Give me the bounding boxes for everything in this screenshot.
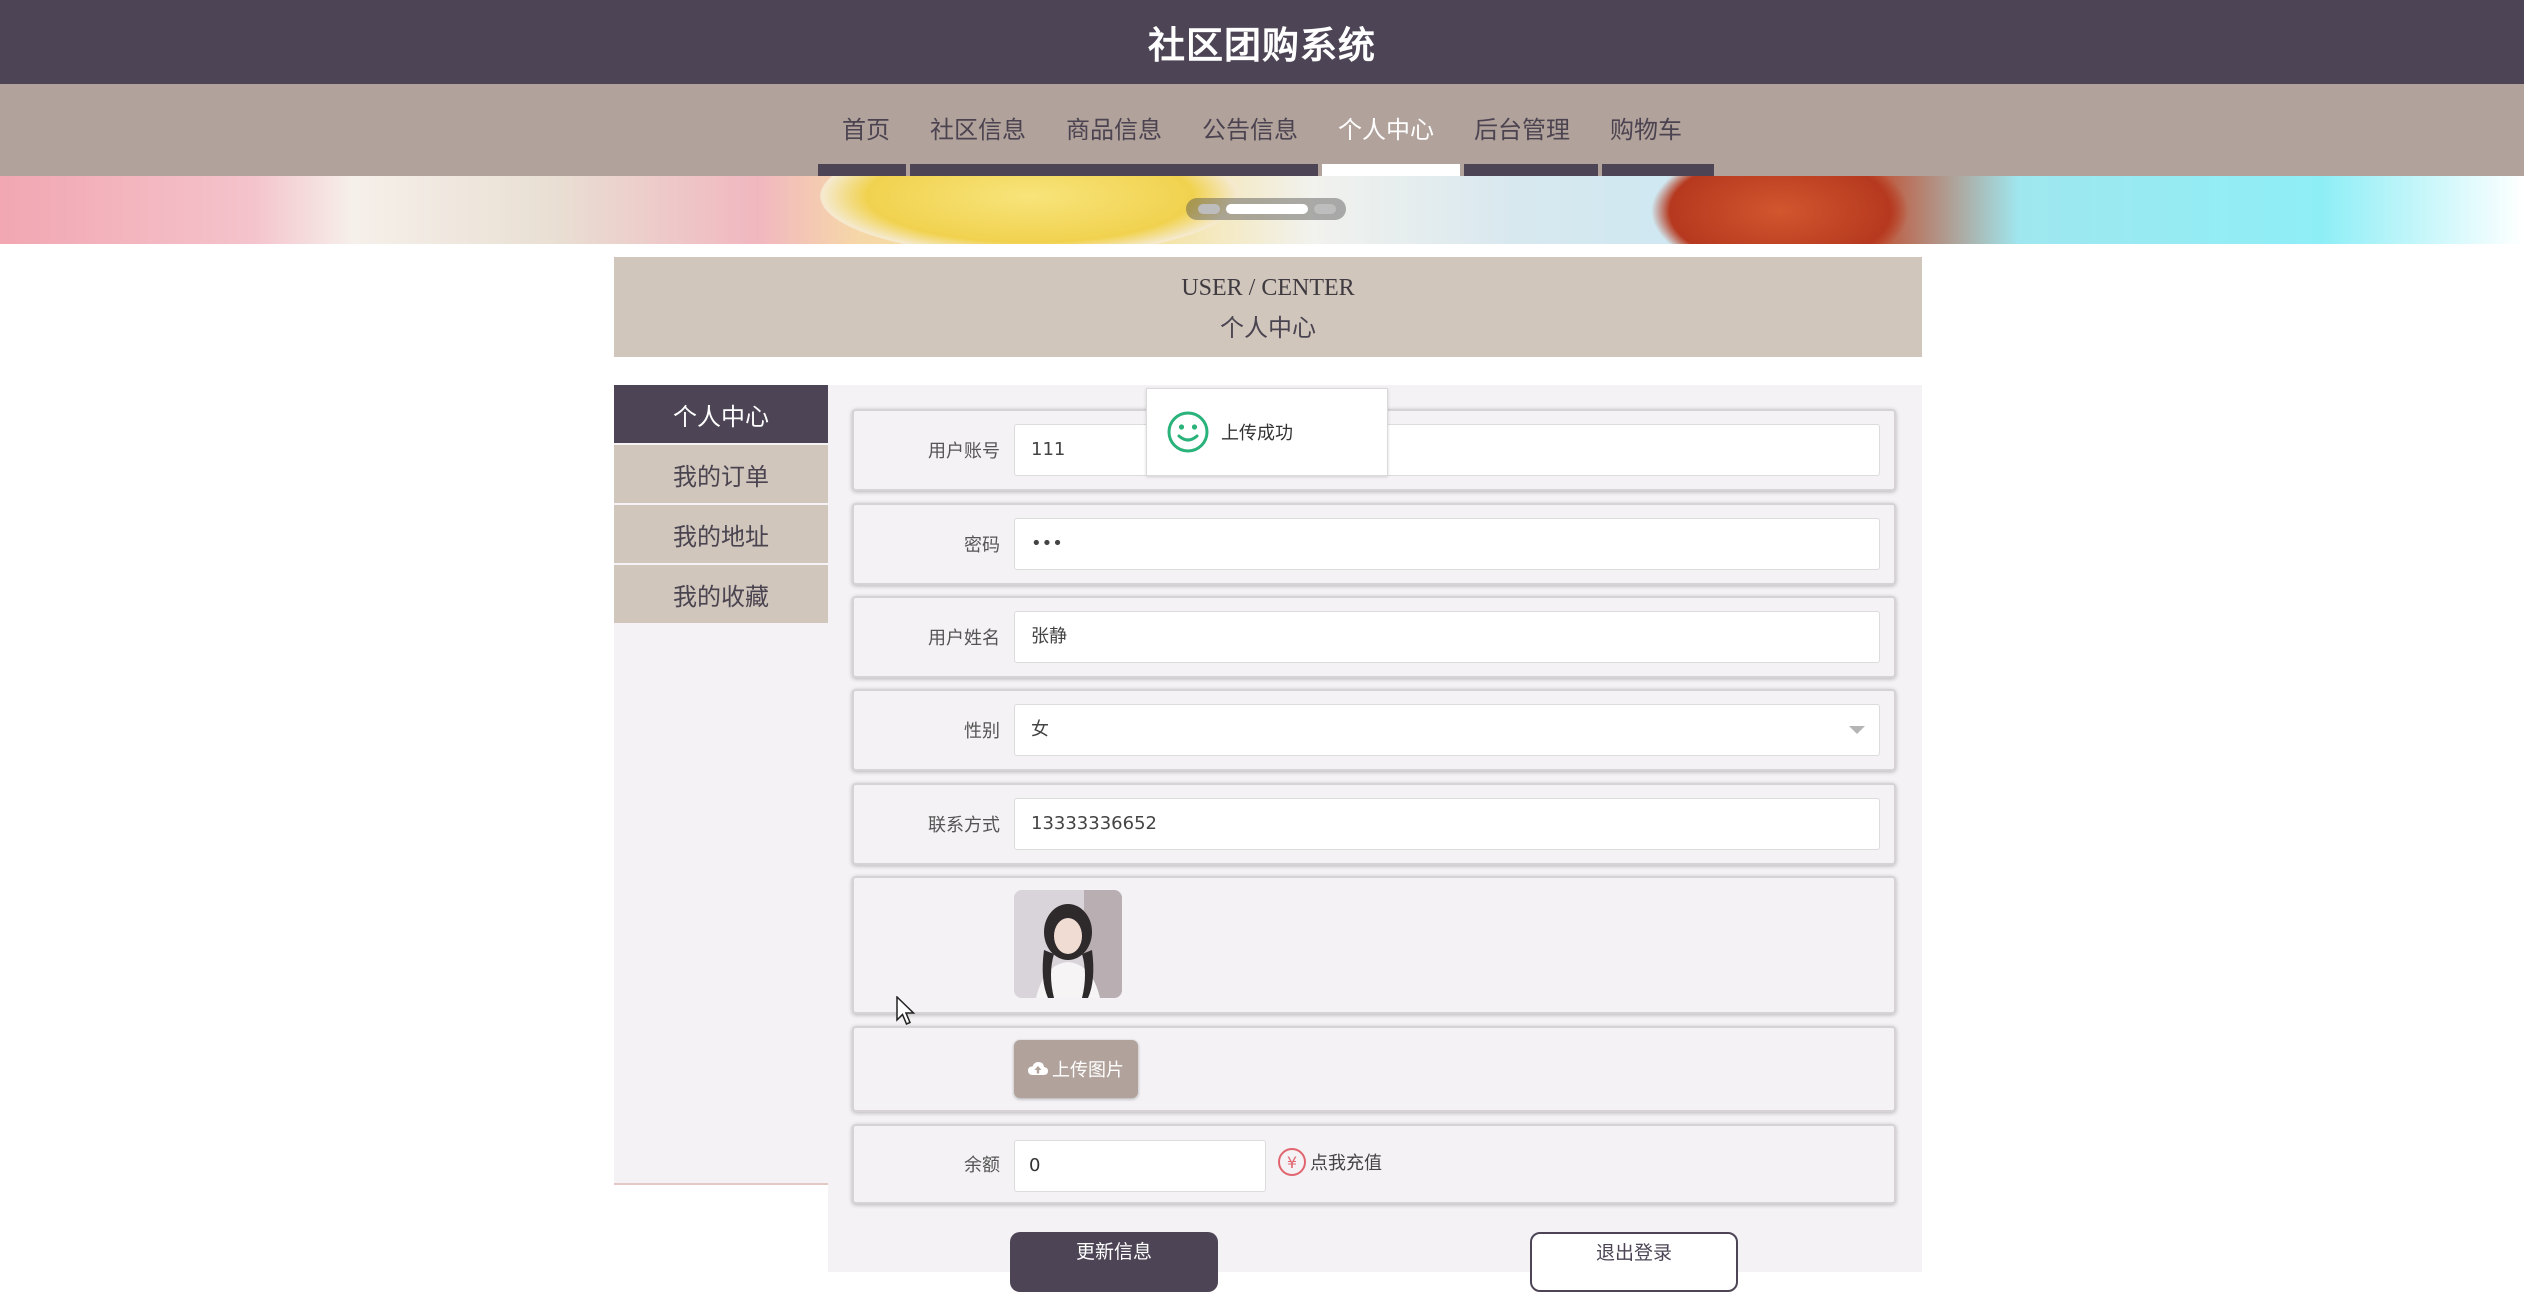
profile-form: 用户账号 111 密码 ••• 用户姓名 张静 性别 女 联系方式 133333… <box>828 385 1922 1272</box>
password-label: 密码 <box>964 535 1000 556</box>
carousel-dot[interactable] <box>1198 204 1220 214</box>
cloud-upload-icon <box>1028 1062 1048 1075</box>
gender-value: 女 <box>1031 719 1049 740</box>
nav-user-center[interactable]: 个人中心 <box>1318 105 1454 155</box>
phone-label: 联系方式 <box>928 815 1000 836</box>
form-row-name: 用户姓名 张静 <box>852 596 1896 678</box>
form-row-phone: 联系方式 13333336652 <box>852 783 1896 865</box>
account-input[interactable]: 111 <box>1014 424 1880 476</box>
nav-notices[interactable]: 公告信息 <box>1182 105 1318 155</box>
carousel-indicators <box>1186 198 1346 220</box>
nav-tab-indicator-active <box>1322 164 1460 176</box>
banner-fruit-image <box>1650 176 1910 244</box>
carousel-dot-active[interactable] <box>1226 204 1308 214</box>
account-label: 用户账号 <box>928 441 1000 462</box>
gender-label: 性别 <box>964 721 1000 742</box>
form-row-balance: 余额 0 ¥ 点我充值 <box>852 1124 1896 1204</box>
banner-bowl-image <box>820 176 1240 244</box>
nav-tab-indicator <box>1464 164 1598 176</box>
site-title: 社区团购系统 <box>1148 24 1376 67</box>
recharge-link[interactable]: ¥ 点我充值 <box>1278 1148 1382 1176</box>
sidebar-item-favorites[interactable]: 我的收藏 <box>614 565 828 623</box>
balance-input[interactable]: 0 <box>1014 1140 1266 1192</box>
avatar <box>1014 890 1122 998</box>
toast-message: 上传成功 <box>1221 423 1293 444</box>
balance-label: 余额 <box>964 1155 1000 1176</box>
name-label: 用户姓名 <box>928 628 1000 649</box>
nav-cart[interactable]: 购物车 <box>1590 105 1702 155</box>
page-title-en: USER / CENTER <box>1181 275 1355 301</box>
mouse-cursor-icon <box>896 996 916 1025</box>
upload-image-label: 上传图片 <box>1052 1060 1124 1081</box>
nav-admin[interactable]: 后台管理 <box>1454 105 1590 155</box>
nav-home[interactable]: 首页 <box>822 105 910 155</box>
sidebar-item-address[interactable]: 我的地址 <box>614 505 828 563</box>
form-row-avatar <box>852 876 1896 1014</box>
form-row-upload: 上传图片 <box>852 1026 1896 1112</box>
banner-carousel <box>0 176 2524 244</box>
success-toast: 上传成功 <box>1146 388 1388 476</box>
update-info-button[interactable]: 更新信息 <box>1010 1232 1218 1292</box>
nav-tab-indicator <box>818 164 906 176</box>
recharge-label: 点我充值 <box>1310 1153 1382 1174</box>
page-title-cn: 个人中心 <box>1220 314 1316 342</box>
nav-tab-indicator <box>1602 164 1714 176</box>
sidebar-item-orders[interactable]: 我的订单 <box>614 445 828 503</box>
nav-underline <box>0 164 2524 176</box>
phone-input[interactable]: 13333336652 <box>1014 798 1880 850</box>
nav-tab-indicator <box>910 164 1318 176</box>
name-input[interactable]: 张静 <box>1014 611 1880 663</box>
upload-image-button[interactable]: 上传图片 <box>1014 1040 1138 1098</box>
nav-products[interactable]: 商品信息 <box>1046 105 1182 155</box>
form-row-password: 密码 ••• <box>852 503 1896 585</box>
chevron-down-icon <box>1849 726 1865 734</box>
avatar-photo <box>1014 890 1122 998</box>
page-title-block: USER / CENTER 个人中心 <box>614 257 1922 357</box>
carousel-dot[interactable] <box>1314 204 1336 214</box>
site-header: 社区团购系统 <box>0 0 2524 84</box>
password-input[interactable]: ••• <box>1014 518 1880 570</box>
main-nav: 首页 社区信息 商品信息 公告信息 个人中心 后台管理 购物车 <box>0 84 2524 176</box>
smile-icon <box>1167 411 1209 453</box>
nav-community[interactable]: 社区信息 <box>910 105 1046 155</box>
sidebar: 个人中心 我的订单 我的地址 我的收藏 <box>614 385 828 1185</box>
sidebar-item-user-center[interactable]: 个人中心 <box>614 385 828 443</box>
form-row-gender: 性别 女 <box>852 689 1896 771</box>
yen-icon: ¥ <box>1278 1148 1306 1176</box>
gender-select[interactable]: 女 <box>1014 704 1880 756</box>
logout-button[interactable]: 退出登录 <box>1530 1232 1738 1292</box>
